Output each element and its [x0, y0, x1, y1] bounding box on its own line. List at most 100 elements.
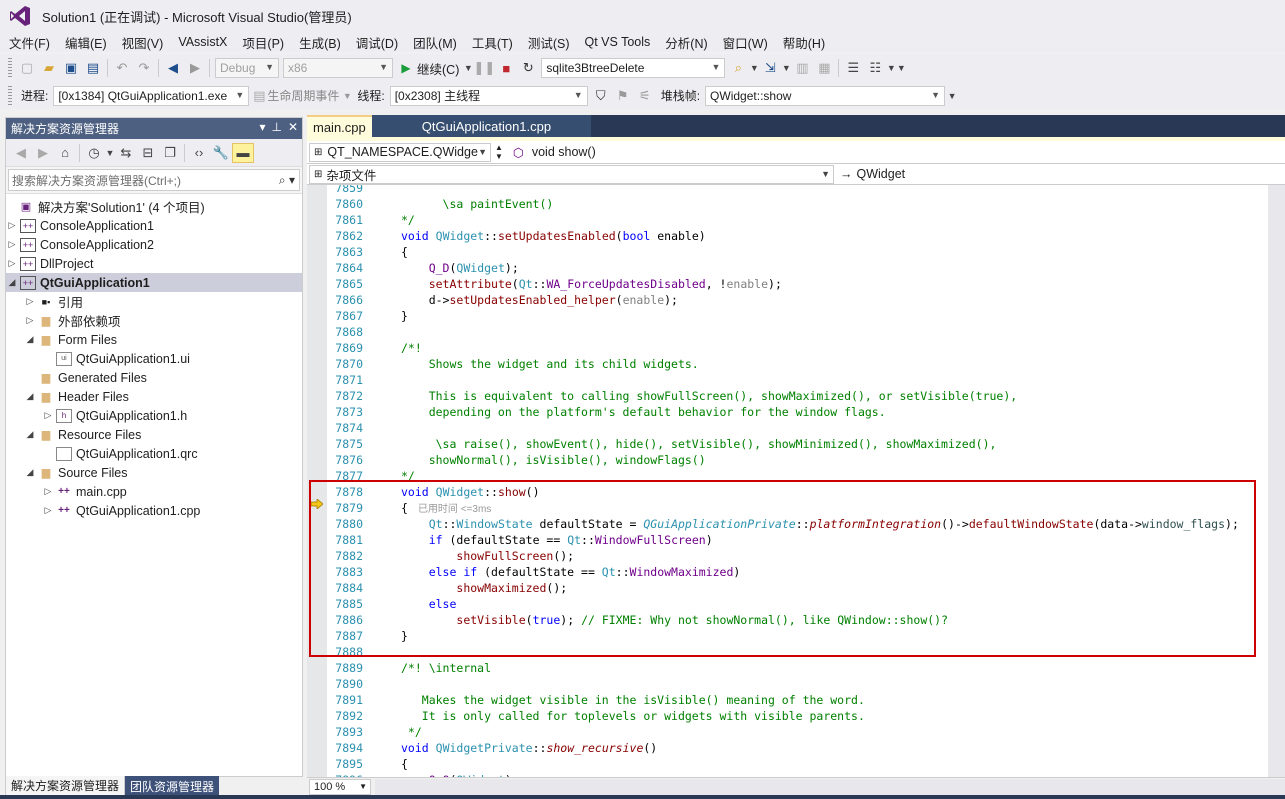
pin-icon[interactable]: ⊥ — [271, 120, 281, 134]
tree-item-external-dependencies[interactable]: ▷ ▆ 外部依赖项 — [6, 311, 302, 330]
properties-wrench-icon[interactable]: 🔧 — [210, 143, 232, 163]
tree-item-consoleapplication2[interactable]: ▷ ++ ConsoleApplication2 — [6, 235, 302, 254]
code-line[interactable]: 7869 /*! — [327, 340, 1285, 356]
code-line[interactable]: 7864 Q_D(QWidget); — [327, 260, 1285, 276]
menu-tools[interactable]: 工具(T) — [467, 33, 523, 52]
lifecycle-events-button[interactable]: 生命周期事件 — [267, 87, 339, 104]
tree-item-qtguiapplication1-cpp[interactable]: ▷ ++ QtGuiApplication1.cpp — [6, 501, 302, 520]
tree-item-resource-files[interactable]: ◢ ▆ Resource Files — [6, 425, 302, 444]
code-line[interactable]: 7890 — [327, 676, 1285, 692]
tree-item-header-files[interactable]: ◢ ▆ Header Files — [6, 387, 302, 406]
code-line[interactable]: 7894 void QWidgetPrivate::show_recursive(… — [327, 740, 1285, 756]
code-line[interactable]: 7873 depending on the platform's default… — [327, 404, 1285, 420]
code-line[interactable]: 7889 /*! \internal — [327, 660, 1285, 676]
scope-spinner[interactable]: ▲ ▼ — [495, 143, 503, 161]
restart-icon[interactable]: ↻ — [517, 58, 539, 78]
indent-icon[interactable]: ☰ — [842, 58, 864, 78]
flag-threads-icon[interactable]: ⚑ — [612, 86, 634, 106]
collapse-arrow-icon[interactable]: ◢ — [24, 429, 36, 440]
find-icon[interactable]: ⌕ — [727, 58, 749, 78]
menu-file[interactable]: 文件(F) — [4, 33, 60, 52]
collapse-arrow-icon[interactable]: ◢ — [24, 467, 36, 478]
code-line[interactable]: 7875 \sa raise(), showEvent(), hide(), s… — [327, 436, 1285, 452]
show-threads-icon[interactable]: ⚟ — [634, 86, 656, 106]
filter-icon[interactable]: ⛉ — [590, 86, 612, 106]
function-combo[interactable]: sqlite3BtreeDelete ▼ — [541, 58, 726, 78]
tree-item-solution[interactable]: ▣ 解决方案'Solution1' (4 个项目) — [6, 197, 302, 216]
stop-debugging-icon[interactable]: ■ — [495, 58, 517, 78]
menu-edit[interactable]: 编辑(E) — [60, 33, 117, 52]
tree-item-qtguiapplication1[interactable]: ◢ ++ QtGuiApplication1 — [6, 273, 302, 292]
thread-combo[interactable]: [0x2308] 主线程 ▼ — [389, 85, 588, 106]
sync-icon[interactable]: ⇆ — [115, 143, 137, 163]
code-line[interactable]: 7861 */ — [327, 212, 1285, 228]
menu-test[interactable]: 测试(S) — [523, 33, 580, 52]
forward-icon[interactable]: ▶ — [32, 143, 54, 163]
continue-button[interactable]: 继续(C) — [417, 59, 459, 78]
break-all-pause-icon[interactable]: ❚❚ — [473, 58, 495, 78]
code-line[interactable]: 7866 d->setUpdatesEnabled_helper(enable)… — [327, 292, 1285, 308]
tree-item-qrc-file[interactable]: QtGuiApplication1.qrc — [6, 444, 302, 463]
horizontal-scrollbar[interactable] — [375, 778, 1285, 795]
code-line[interactable]: 7865 setAttribute(Qt::WA_ForceUpdatesDis… — [327, 276, 1285, 292]
code-line[interactable]: 7872 This is equivalent to calling showF… — [327, 388, 1285, 404]
code-line[interactable]: 7862 void QWidget::setUpdatesEnabled(bool… — [327, 228, 1285, 244]
class-dropdown[interactable]: → QWidget — [836, 164, 1281, 184]
tree-item-source-files[interactable]: ◢ ▆ Source Files — [6, 463, 302, 482]
tree-item-references[interactable]: ▷ ■▪ 引用 — [6, 292, 302, 311]
code-line[interactable]: 7868 — [327, 324, 1285, 340]
tree-item-dllproject[interactable]: ▷ ++ DllProject — [6, 254, 302, 273]
close-icon[interactable]: ✕ — [288, 120, 298, 134]
toolbar-grip[interactable] — [8, 85, 12, 106]
tree-item-generated-files[interactable]: ▆ Generated Files — [6, 368, 302, 387]
expand-arrow-icon[interactable]: ▷ — [24, 315, 36, 326]
chevron-down-icon[interactable]: ▼ — [463, 58, 473, 78]
code-line[interactable]: 7874 — [327, 420, 1285, 436]
solution-config-combo[interactable]: Debug ▼ — [215, 58, 279, 78]
tab-team-explorer[interactable]: 团队资源管理器 — [125, 776, 220, 796]
preview-selected-icon[interactable]: ▬ — [232, 142, 254, 163]
code-line[interactable]: 7859 — [327, 185, 1285, 196]
show-all-files-icon[interactable]: ❐ — [159, 143, 181, 163]
vertical-scrollbar[interactable] — [1268, 185, 1285, 777]
code-line[interactable]: 7892 It is only called for toplevels or … — [327, 708, 1285, 724]
toolbar-options-icon[interactable]: ▼ — [896, 58, 906, 78]
pending-changes-icon[interactable]: ◷ — [83, 143, 105, 163]
project-dropdown[interactable]: ⊞ 杂项文件 ▼ — [309, 164, 834, 184]
zoom-combo[interactable]: 100 % ▼ — [309, 778, 371, 795]
home-icon[interactable]: ⌂ — [54, 143, 76, 163]
collapse-all-icon[interactable]: ⊟ — [137, 143, 159, 163]
continue-play-icon[interactable]: ▶ — [395, 58, 417, 78]
toolbar-options-icon[interactable]: ▼ — [947, 86, 957, 106]
chevron-down-icon[interactable]: ▼ — [886, 58, 896, 78]
chevron-down-icon[interactable]: ▼ — [781, 58, 791, 78]
code-editor[interactable]: 7859 7860 \sa paintEvent() 7861 */7862 void … — [307, 185, 1285, 777]
scope-dropdown[interactable]: ⊞ QT_NAMESPACE.QWidge ▼ — [309, 142, 491, 162]
search-icon[interactable]: ⌕ ▾ — [279, 173, 295, 188]
panel-menu-icon[interactable]: ▾ — [259, 120, 265, 134]
toolbar-grip[interactable] — [8, 58, 12, 78]
navigate-back-icon[interactable]: ◀ — [162, 58, 184, 78]
uncomment-icon[interactable]: ▦ — [813, 58, 835, 78]
expand-arrow-icon[interactable]: ▷ — [6, 220, 18, 231]
expand-arrow-icon[interactable]: ▷ — [42, 486, 54, 497]
code-line[interactable]: 7863 { — [327, 244, 1285, 260]
step-icon[interactable]: ⇲ — [759, 58, 781, 78]
collapse-arrow-icon[interactable]: ◢ — [24, 391, 36, 402]
menu-qt-vs-tools[interactable]: Qt VS Tools — [580, 35, 661, 49]
tab-qtguiapplication1-cpp[interactable]: QtGuiApplication1.cpp — [371, 115, 592, 137]
expand-arrow-icon[interactable]: ▷ — [42, 410, 54, 421]
code-line[interactable]: 7876 showNormal(), isVisible(), windowFl… — [327, 452, 1285, 468]
collapse-arrow-icon[interactable]: ◢ — [6, 277, 18, 288]
tree-item-ui-file[interactable]: ui QtGuiApplication1.ui — [6, 349, 302, 368]
code-line[interactable]: 7860 \sa paintEvent() — [327, 196, 1285, 212]
expand-arrow-icon[interactable]: ▷ — [6, 239, 18, 250]
chevron-down-icon[interactable]: ▼ — [749, 58, 759, 78]
menu-team[interactable]: 团队(M) — [408, 33, 467, 52]
new-project-icon[interactable]: ▢ — [16, 58, 38, 78]
menu-project[interactable]: 项目(P) — [237, 33, 294, 52]
menu-view[interactable]: 视图(V) — [117, 33, 174, 52]
member-dropdown[interactable]: ⬡ void show() — [508, 142, 1279, 162]
comment-icon[interactable]: ▥ — [791, 58, 813, 78]
code-line[interactable]: 7895 { — [327, 756, 1285, 772]
